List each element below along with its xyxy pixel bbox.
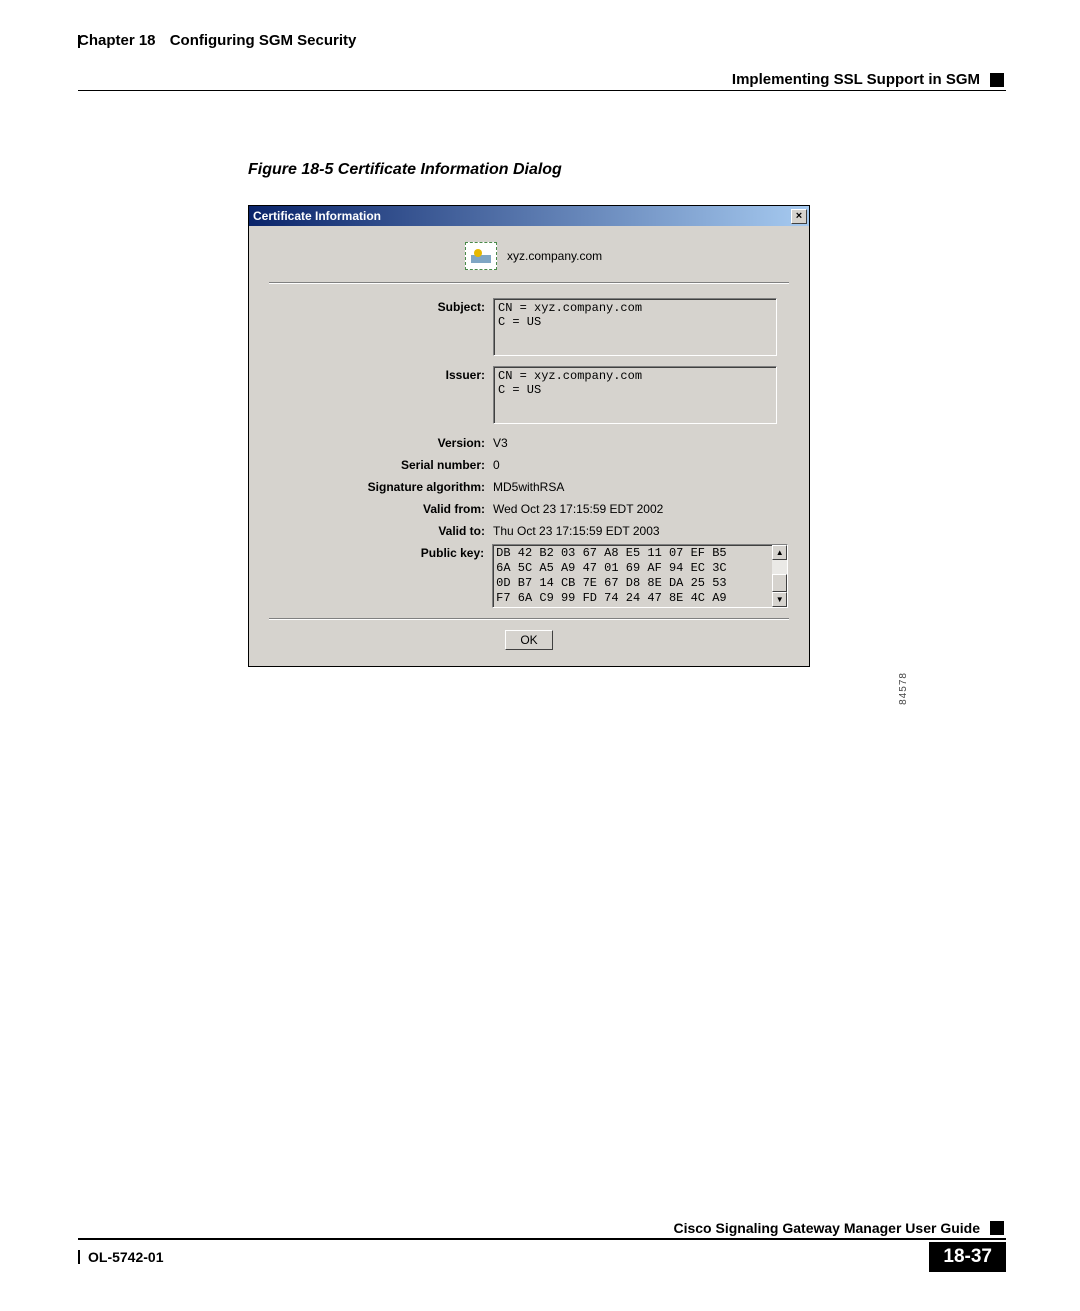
subject-value[interactable]: CN = xyz.company.com C = US (493, 298, 777, 356)
publickey-label: Public key: (269, 544, 492, 560)
subject-label: Subject: (269, 298, 493, 314)
chapter-title: Configuring SGM Security (170, 32, 357, 49)
section-marker-square (990, 73, 1004, 87)
dialog-body: xyz.company.com Subject: CN = xyz.compan… (249, 226, 809, 666)
validto-label: Valid to: (269, 522, 493, 538)
section-title: Implementing SSL Support in SGM (732, 71, 980, 88)
dialog-separator-top (269, 282, 789, 284)
page-footer: Cisco Signaling Gateway Manager User Gui… (78, 1220, 1006, 1272)
certificate-host: xyz.company.com (507, 249, 602, 263)
validfrom-value: Wed Oct 23 17:15:59 EDT 2002 (493, 500, 663, 516)
footer-guide-row: Cisco Signaling Gateway Manager User Gui… (78, 1220, 1006, 1236)
dialog-titlebar: Certificate Information × (249, 206, 809, 226)
close-icon: × (796, 211, 802, 222)
doc-id: OL-5742-01 (88, 1249, 163, 1265)
serial-row: Serial number: 0 (269, 456, 789, 472)
chapter-number: Chapter 18 (78, 32, 156, 49)
figure-id-vertical: 84578 (898, 672, 909, 705)
sigalg-label: Signature algorithm: (269, 478, 493, 494)
figure-caption: Figure 18-5 Certificate Information Dial… (248, 161, 908, 179)
publickey-row: Public key: DB 42 B2 03 67 A8 E5 11 07 E… (269, 544, 789, 608)
sigalg-value: MD5withRSA (493, 478, 564, 494)
page-header: Chapter 18 Configuring SGM Security (78, 32, 1006, 49)
footer-marker-square (990, 1221, 1004, 1235)
certificate-fields: Subject: CN = xyz.company.com C = US Iss… (269, 298, 789, 608)
version-label: Version: (269, 434, 493, 450)
validto-row: Valid to: Thu Oct 23 17:15:59 EDT 2003 (269, 522, 789, 538)
version-value: V3 (493, 434, 508, 450)
serial-value: 0 (493, 456, 500, 472)
footer-bar-left (78, 1250, 80, 1264)
validfrom-label: Valid from: (269, 500, 493, 516)
section-header-right: Implementing SSL Support in SGM (78, 71, 1004, 88)
header-bar-left (78, 35, 80, 48)
serial-label: Serial number: (269, 456, 493, 472)
doc-id-row: OL-5742-01 (78, 1249, 163, 1265)
page-number: 18-37 (929, 1242, 1006, 1272)
certificate-host-row: xyz.company.com (465, 242, 789, 270)
certificate-dialog: Certificate Information × xyz.company.co… (248, 205, 810, 667)
ok-button[interactable]: OK (505, 630, 552, 650)
publickey-wrap: DB 42 B2 03 67 A8 E5 11 07 EF B5 6A 5C A… (492, 544, 789, 608)
validto-value: Thu Oct 23 17:15:59 EDT 2003 (493, 522, 660, 538)
chapter-line: Chapter 18 Configuring SGM Security (78, 32, 356, 49)
arrow-down-icon: ▼ (776, 595, 784, 604)
close-button[interactable]: × (791, 209, 807, 224)
publickey-value[interactable]: DB 42 B2 03 67 A8 E5 11 07 EF B5 6A 5C A… (492, 544, 772, 608)
dialog-separator-bottom (269, 618, 789, 620)
issuer-row: Issuer: CN = xyz.company.com C = US (269, 366, 789, 424)
dialog-title: Certificate Information (253, 209, 381, 223)
header-rule (78, 90, 1006, 91)
certificate-icon (465, 242, 497, 270)
subject-row: Subject: CN = xyz.company.com C = US (269, 298, 789, 356)
figure-area: Figure 18-5 Certificate Information Dial… (248, 161, 908, 667)
publickey-scrollbar[interactable]: ▲ ▼ (772, 544, 788, 608)
footer-bottom: OL-5742-01 18-37 (78, 1242, 1006, 1272)
ok-row: OK (269, 630, 789, 650)
arrow-up-icon: ▲ (776, 548, 784, 557)
footer-rule (78, 1238, 1006, 1240)
scroll-track[interactable] (772, 560, 787, 592)
scroll-up-button[interactable]: ▲ (772, 545, 787, 560)
version-row: Version: V3 (269, 434, 789, 450)
sigalg-row: Signature algorithm: MD5withRSA (269, 478, 789, 494)
scroll-thumb[interactable] (772, 574, 787, 592)
issuer-label: Issuer: (269, 366, 493, 382)
validfrom-row: Valid from: Wed Oct 23 17:15:59 EDT 2002 (269, 500, 789, 516)
scroll-down-button[interactable]: ▼ (772, 592, 787, 607)
issuer-value[interactable]: CN = xyz.company.com C = US (493, 366, 777, 424)
footer-guide-text: Cisco Signaling Gateway Manager User Gui… (673, 1220, 980, 1236)
